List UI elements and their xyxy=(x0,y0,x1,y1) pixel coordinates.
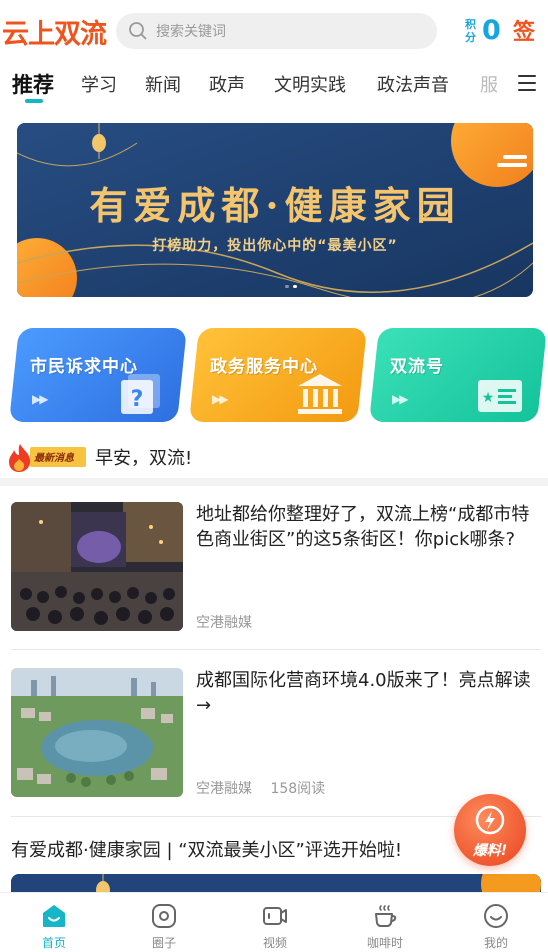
carousel-dot xyxy=(285,285,289,288)
search-icon xyxy=(129,22,147,40)
circle-icon xyxy=(152,904,176,928)
nav-label: 视频 xyxy=(262,936,287,950)
question-doc-icon: ? xyxy=(121,374,160,414)
section-separator xyxy=(0,478,548,486)
points-counter[interactable]: 积分 0 xyxy=(465,16,501,46)
nav-video[interactable]: 视频 xyxy=(235,903,315,951)
article-read-count: 158阅读 xyxy=(270,781,326,797)
report-tip-label: 爆料! xyxy=(472,843,508,859)
tab-recommend[interactable]: 推荐 xyxy=(12,69,54,99)
star-doc-icon: ★ xyxy=(478,380,522,412)
svg-text:★: ★ xyxy=(482,390,495,406)
ticker-text: 早安，双流! xyxy=(95,448,193,469)
home-icon xyxy=(43,905,65,927)
points-label: 积分 xyxy=(465,18,476,44)
banner-carousel[interactable]: 有爱成都·健康家园 打榜助力，投出你心中的“最美小区” xyxy=(17,123,533,297)
coffee-icon xyxy=(375,905,397,927)
nav-label: 圈子 xyxy=(151,936,176,950)
banner-subtitle: 打榜助力，投出你心中的“最美小区” xyxy=(152,238,398,254)
article-item[interactable]: 地址都给你整理好了，双流上榜“成都市特色商业街区”的这5条街区！你pick哪条?… xyxy=(0,502,548,632)
article-meta: 空港融媒 158阅读 xyxy=(196,778,339,798)
government-building-icon xyxy=(298,374,342,414)
video-icon xyxy=(263,907,287,925)
article-title: 成都国际化营商环境4.0版来了！亮点解读→ xyxy=(196,670,531,716)
carousel-dot-active xyxy=(293,285,297,288)
flame-icon xyxy=(9,444,31,472)
search-placeholder: 搜索关键词 xyxy=(156,24,226,40)
active-tab-indicator xyxy=(25,99,43,103)
nav-circle[interactable]: 圈子 xyxy=(124,903,204,951)
tab-politics[interactable]: 政声 xyxy=(209,71,245,97)
article-title: 地址都给你整理好了，双流上榜“成都市特色商业街区”的这5条街区！你pick哪条? xyxy=(196,504,530,550)
nav-profile[interactable]: 我的 xyxy=(456,903,536,951)
feature-article-title[interactable]: 有爱成都·健康家园 | “双流最美小区”评选开始啦! xyxy=(11,836,402,862)
latest-news-badge-label: 最新消息 xyxy=(34,453,74,464)
tab-civilization[interactable]: 文明实践 xyxy=(274,71,346,97)
report-tip-button[interactable]: 爆料! xyxy=(454,794,526,866)
nav-label: 首页 xyxy=(41,936,66,950)
tab-service[interactable]: 服 xyxy=(480,71,498,97)
app-logo: 云上双流 xyxy=(2,19,107,50)
header: 云上双流 搜索关键词 积分 0 签 xyxy=(0,0,548,62)
article-thumbnail xyxy=(11,668,183,797)
category-tabs: 推荐 学习 新闻 政声 文明实践 政法声音 服 xyxy=(0,62,548,108)
tab-law[interactable]: 政法声音 xyxy=(377,71,449,97)
service-card-citizen-request[interactable]: 市民诉求中心 ▶▶ ? xyxy=(9,328,187,422)
service-card-label: 双流号 xyxy=(390,357,444,377)
service-card-government-service[interactable]: 政务服务中心 ▶▶ xyxy=(189,328,367,422)
carousel-dots xyxy=(285,285,297,288)
list-divider xyxy=(11,649,541,650)
nav-label: 咖啡时 xyxy=(366,936,403,950)
menu-icon[interactable] xyxy=(518,75,536,91)
news-ticker[interactable]: 最新消息 早安，双流! xyxy=(0,438,548,476)
arrows-icon: ▶▶ xyxy=(392,392,407,406)
bottom-navigation: 首页 圈子 视频 咖啡时 我的 xyxy=(0,892,548,952)
latest-news-badge: 最新消息 xyxy=(4,442,86,472)
article-source: 空港融媒 xyxy=(196,615,252,631)
service-card-shuangliu-account[interactable]: 双流号 ▶▶ ★ xyxy=(369,328,547,422)
nav-label: 我的 xyxy=(483,936,508,950)
signin-button[interactable]: 签 xyxy=(513,14,541,45)
arrows-icon: ▶▶ xyxy=(32,392,47,406)
article-item[interactable]: 成都国际化营商环境4.0版来了！亮点解读→ 空港融媒 158阅读 xyxy=(0,668,548,798)
tab-news[interactable]: 新闻 xyxy=(145,71,181,97)
article-source: 空港融媒 xyxy=(196,781,252,797)
search-input[interactable]: 搜索关键词 xyxy=(116,13,437,49)
banner-title: 有爱成都·健康家园 xyxy=(89,183,461,228)
arrows-icon: ▶▶ xyxy=(212,392,227,406)
article-meta: 空港融媒 xyxy=(196,612,266,632)
nav-home[interactable]: 首页 xyxy=(14,903,94,951)
article-thumbnail xyxy=(11,502,183,631)
tab-study[interactable]: 学习 xyxy=(81,71,117,97)
svg-text:?: ? xyxy=(131,387,144,412)
nav-coffee[interactable]: 咖啡时 xyxy=(345,903,425,951)
profile-icon xyxy=(484,904,508,928)
points-value: 0 xyxy=(482,15,501,46)
